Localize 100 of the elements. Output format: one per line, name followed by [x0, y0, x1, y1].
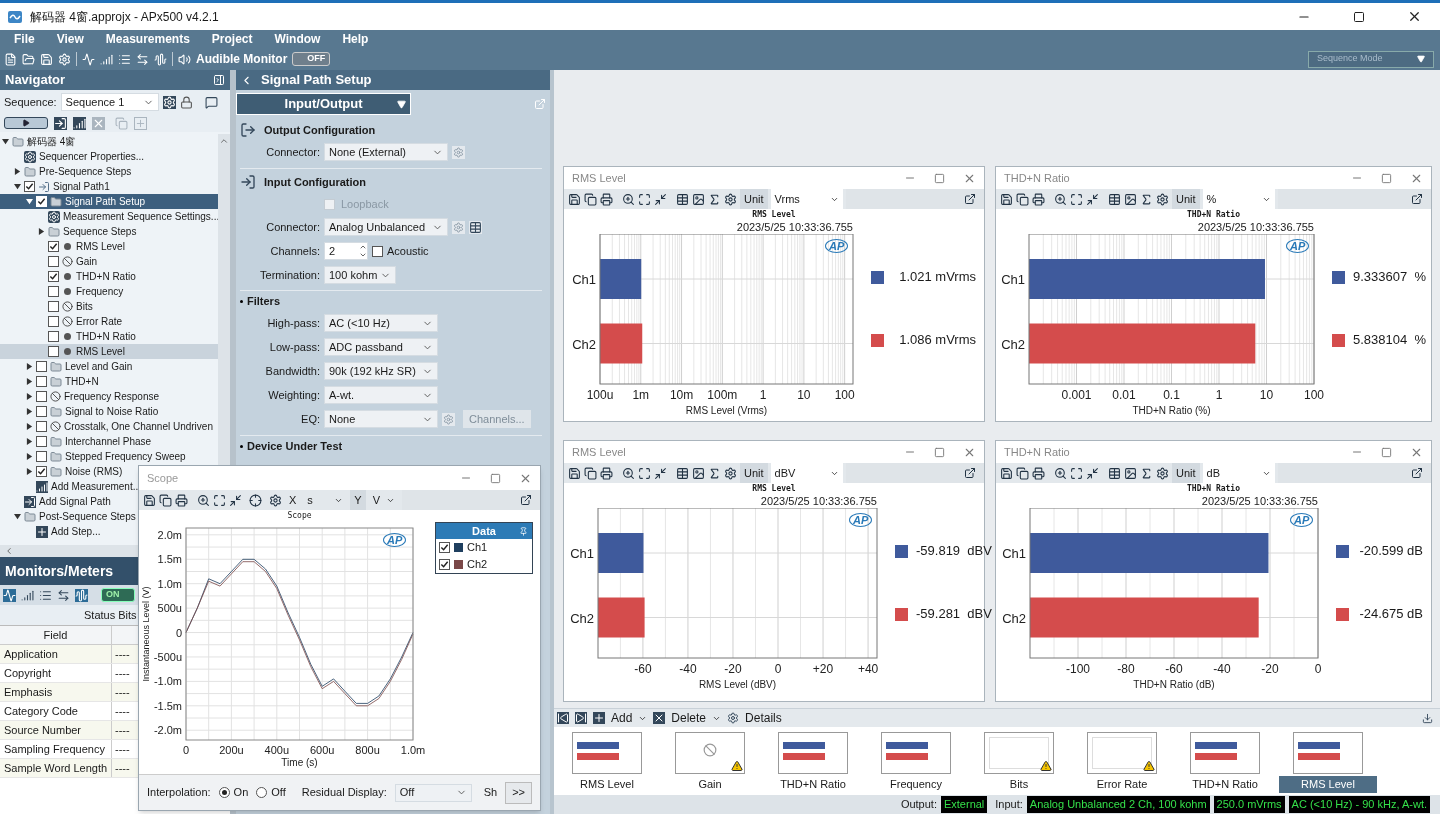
output-icon[interactable]	[240, 122, 256, 138]
checkbox[interactable]	[48, 271, 59, 282]
print-icon[interactable]	[600, 466, 613, 480]
function-icon[interactable]	[1140, 466, 1153, 480]
speaker-icon[interactable]	[178, 52, 191, 66]
pop-out-icon[interactable]	[1411, 467, 1423, 479]
new-file-icon[interactable]	[4, 52, 17, 66]
checkbox[interactable]	[36, 361, 47, 372]
tree-item[interactable]: Interchannel Phase	[0, 434, 156, 449]
tree-item[interactable]: Frequency	[0, 284, 128, 299]
menu-item[interactable]: Window	[274, 30, 321, 48]
dropdown[interactable]: Sequence 1	[60, 93, 159, 111]
save-icon[interactable]	[1000, 192, 1013, 206]
bar-chart-icon[interactable]	[73, 116, 86, 130]
thumbnail-label[interactable]: RMS Level	[1279, 776, 1377, 793]
tree-item[interactable]: Sequencer Properties...	[0, 149, 149, 164]
unit-dropdown[interactable]: Vrms	[770, 189, 843, 209]
fit-icon[interactable]	[638, 466, 651, 480]
print-icon[interactable]	[175, 493, 188, 507]
unit-dropdown[interactable]: s	[303, 490, 348, 510]
tree-item[interactable]: Noise (RMS)	[0, 464, 127, 479]
collapsed-arrow-icon[interactable]	[26, 468, 33, 475]
unit-dropdown[interactable]: %	[1202, 189, 1275, 209]
table-icon[interactable]	[469, 220, 482, 234]
tree-item[interactable]: Error Rate	[0, 314, 127, 329]
copy-icon[interactable]	[159, 493, 172, 507]
delete-button[interactable]: Delete	[671, 709, 707, 727]
lock-icon[interactable]	[179, 95, 193, 109]
collapsed-arrow-icon[interactable]	[26, 408, 33, 415]
checkbox[interactable]	[48, 256, 59, 267]
function-icon[interactable]	[1140, 192, 1153, 206]
list-icon[interactable]	[39, 588, 52, 602]
collapsed-arrow-icon[interactable]	[26, 453, 33, 460]
expanded-arrow-icon[interactable]	[14, 183, 21, 190]
measurement-thumbnail[interactable]	[1190, 732, 1260, 774]
copy-icon[interactable]	[1016, 466, 1029, 480]
print-icon[interactable]	[1032, 466, 1045, 480]
checkbox[interactable]	[36, 451, 47, 462]
maximize-icon[interactable]	[1353, 10, 1365, 23]
pop-out-icon[interactable]	[964, 193, 976, 205]
checkbox[interactable]	[48, 346, 59, 357]
measurement-thumbnail[interactable]	[778, 732, 848, 774]
settings-icon[interactable]	[1156, 466, 1169, 480]
zoom-in-icon[interactable]	[1054, 466, 1067, 480]
checkbox[interactable]	[439, 542, 450, 553]
pop-out-icon[interactable]	[520, 494, 532, 506]
menu-item[interactable]: Help	[342, 30, 369, 48]
dropdown[interactable]: A-wt.	[324, 386, 438, 404]
tree-item[interactable]: Frequency Response	[0, 389, 164, 404]
dropdown[interactable]: ADC passband	[324, 338, 438, 356]
fit-icon[interactable]	[1070, 192, 1083, 206]
view-dropdown[interactable]: Input/Output	[236, 93, 411, 115]
checkbox[interactable]	[36, 376, 47, 387]
tree-item[interactable]: Gain	[0, 254, 102, 269]
shrink-icon[interactable]	[229, 493, 242, 507]
measurement-thumbnail[interactable]	[1293, 732, 1363, 774]
dropdown[interactable]: Off	[394, 783, 472, 802]
tree-item[interactable]: Stepped Frequency Sweep	[0, 449, 190, 464]
first-icon[interactable]	[557, 712, 569, 724]
details-button[interactable]: Details	[745, 709, 782, 727]
checkbox[interactable]	[372, 245, 383, 257]
settings-icon[interactable]	[724, 192, 737, 206]
tree-item[interactable]: Pre-Sequence Steps	[0, 164, 136, 179]
toggle-switch[interactable]: ON	[101, 588, 135, 602]
checkbox[interactable]	[48, 241, 59, 252]
delete-icon[interactable]	[653, 712, 666, 724]
save-icon[interactable]	[568, 192, 581, 206]
last-icon[interactable]	[575, 712, 587, 724]
list-icon[interactable]	[118, 52, 131, 66]
settings-icon[interactable]	[1156, 192, 1169, 206]
menu-item[interactable]: File	[14, 30, 35, 48]
pop-out-icon[interactable]	[1411, 193, 1423, 205]
plus-icon[interactable]	[593, 712, 605, 724]
thumbnail-label[interactable]: Error Rate	[1073, 776, 1171, 793]
function-icon[interactable]	[708, 192, 721, 206]
caret-icon[interactable]	[397, 99, 406, 109]
checkbox[interactable]	[36, 466, 47, 477]
settings-icon[interactable]	[724, 466, 737, 480]
checkbox[interactable]	[36, 391, 47, 402]
tree-item[interactable]: 解码器 4窗	[0, 134, 80, 149]
thumbnail-label[interactable]: Gain	[661, 776, 759, 793]
checkbox[interactable]	[439, 559, 450, 570]
unit-dropdown[interactable]: V	[368, 490, 399, 510]
collapsed-arrow-icon[interactable]	[26, 423, 33, 430]
tree-item[interactable]: Measurement Sequence Settings...	[0, 209, 218, 224]
more-button[interactable]: >>	[505, 781, 532, 804]
tree-item[interactable]: THD+N	[0, 374, 103, 389]
spectrum-icon[interactable]	[21, 588, 34, 602]
shrink-icon[interactable]	[1086, 466, 1099, 480]
pulse-icon[interactable]	[154, 52, 167, 66]
checkbox[interactable]	[48, 286, 59, 297]
run-button[interactable]	[4, 117, 48, 129]
unit-dropdown[interactable]: dB	[1202, 463, 1275, 483]
settings-icon[interactable]	[269, 493, 282, 507]
add-button[interactable]: Add	[611, 709, 633, 727]
checkbox[interactable]	[48, 301, 59, 312]
print-icon[interactable]	[1032, 192, 1045, 206]
measurement-thumbnail[interactable]	[572, 732, 642, 774]
toggle-switch[interactable]: OFF	[292, 52, 331, 66]
spin-box[interactable]: 2	[324, 242, 368, 260]
